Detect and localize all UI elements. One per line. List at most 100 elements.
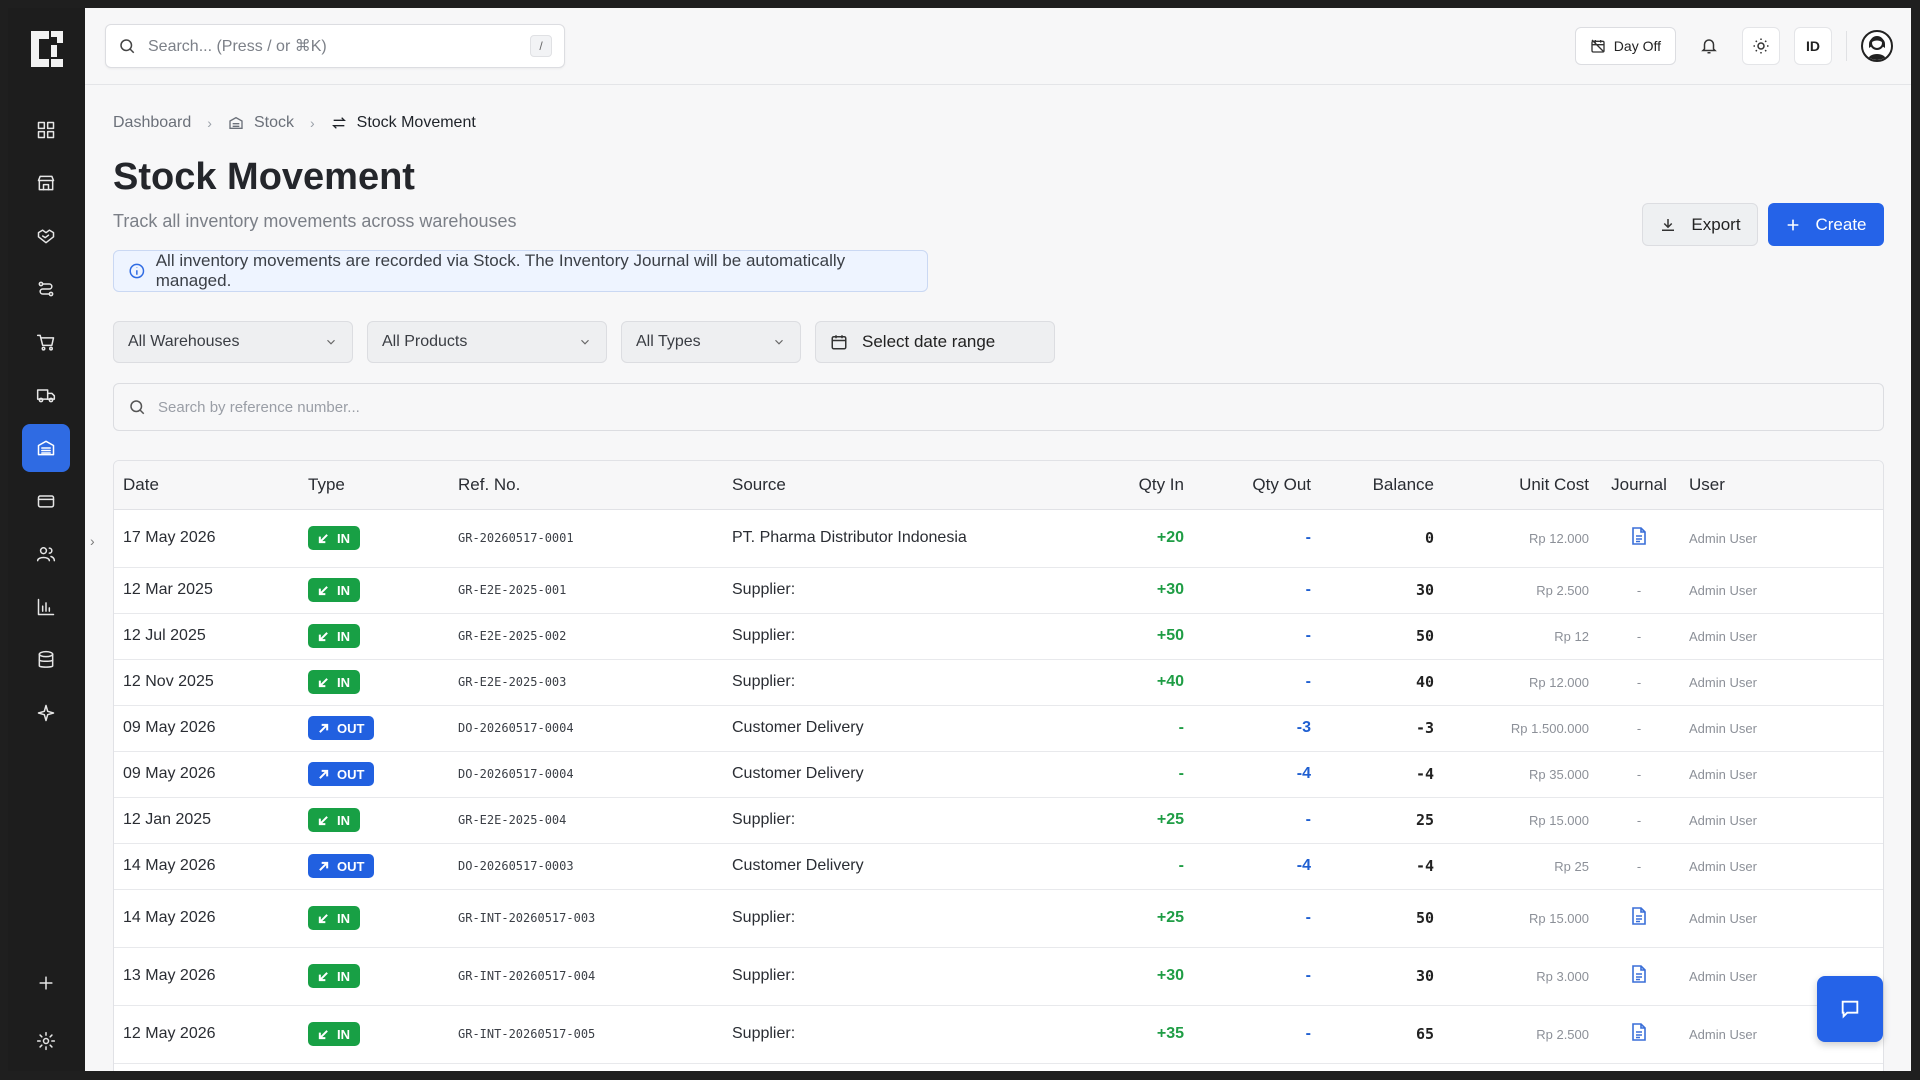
cell-balance: -3 bbox=[1320, 705, 1443, 752]
breadcrumb-current: Stock Movement bbox=[356, 114, 476, 131]
export-button[interactable]: Export bbox=[1642, 203, 1758, 246]
cell-user: Admin User bbox=[1680, 509, 1883, 568]
table-row[interactable]: 12 Jul 2025 IN GR-E2E-2025-002 Supplier: +50… bbox=[114, 613, 1883, 660]
table-row[interactable]: 09 May 2026 OUT DO-20260517-0004 Customer D… bbox=[114, 751, 1883, 798]
cell-type: IN bbox=[299, 659, 449, 706]
cell-journal[interactable] bbox=[1598, 889, 1680, 948]
nav-reports[interactable] bbox=[22, 583, 70, 631]
header-date[interactable]: Date bbox=[114, 461, 299, 510]
cell-journal[interactable] bbox=[1598, 509, 1680, 568]
product-filter[interactable]: All Products bbox=[367, 321, 607, 363]
cell-balance: 30 bbox=[1320, 567, 1443, 614]
arrow-down-left-icon bbox=[318, 913, 328, 923]
cell-source: Supplier: bbox=[723, 567, 1053, 614]
header-source[interactable]: Source bbox=[723, 461, 1053, 510]
cell-user: Admin User bbox=[1680, 797, 1883, 844]
cell-user: Admin User bbox=[1680, 889, 1883, 948]
sidebar-expand-chevron[interactable]: › bbox=[90, 533, 95, 549]
nav-delivery[interactable] bbox=[22, 371, 70, 419]
create-button[interactable]: Create bbox=[1768, 203, 1884, 246]
type-badge-label: IN bbox=[337, 812, 350, 828]
cell-ref[interactable]: GR-20260517-0001 bbox=[449, 509, 723, 568]
nav-database[interactable] bbox=[22, 636, 70, 684]
day-off-button[interactable]: Day Off bbox=[1574, 27, 1676, 65]
create-label: Create bbox=[1815, 214, 1867, 234]
table-row[interactable]: 12 Mar 2025 IN GR-E2E-2025-001 Supplier: +30… bbox=[114, 567, 1883, 614]
cell-ref[interactable]: GR-E2E-2025-001 bbox=[449, 567, 723, 614]
cell-ref[interactable]: GR-E2E-2025-002 bbox=[449, 613, 723, 660]
cell-balance: -4 bbox=[1320, 751, 1443, 798]
cell-journal[interactable] bbox=[1598, 1005, 1680, 1064]
header-balance[interactable]: Balance bbox=[1320, 461, 1443, 510]
cell-date: 17 May 2026 bbox=[114, 509, 299, 568]
nav-stock[interactable] bbox=[22, 424, 70, 472]
cell-user: Admin User bbox=[1680, 567, 1883, 614]
notifications-button[interactable] bbox=[1690, 27, 1728, 65]
nav-dashboard[interactable] bbox=[22, 106, 70, 154]
nav-settings[interactable] bbox=[22, 1017, 70, 1065]
reference-search-input[interactable]: Search by reference number... bbox=[113, 383, 1884, 431]
header-journal[interactable]: Journal bbox=[1598, 461, 1680, 510]
header-type[interactable]: Type bbox=[299, 461, 449, 510]
nav-store[interactable] bbox=[22, 159, 70, 207]
cell-date: 09 May 2026 bbox=[114, 705, 299, 752]
cell-unit-cost: Rp 3.000 bbox=[1443, 947, 1598, 1006]
arrow-up-right-icon bbox=[319, 861, 329, 871]
date-range-picker[interactable]: Select date range bbox=[815, 321, 1055, 363]
cell-source: PT. Pharma Distributor Indonesia bbox=[723, 509, 1053, 568]
cell-type: IN bbox=[299, 889, 449, 948]
document-icon bbox=[1632, 964, 1646, 983]
language-switcher[interactable]: ID bbox=[1794, 27, 1832, 65]
breadcrumb-stock[interactable]: Stock bbox=[254, 114, 294, 132]
theme-toggle[interactable] bbox=[1742, 27, 1780, 65]
cell-ref[interactable]: GR-E2E-2025-004 bbox=[449, 797, 723, 844]
header-ref[interactable]: Ref. No. bbox=[449, 461, 723, 510]
arrow-down-left-icon bbox=[318, 533, 328, 543]
breadcrumb-dashboard[interactable]: Dashboard bbox=[113, 114, 191, 132]
table-row[interactable]: 09 May 2026 OUT DO-20260517-0004 Customer D… bbox=[114, 705, 1883, 752]
cell-ref[interactable]: DO-20260517-0003 bbox=[449, 843, 723, 890]
table-row[interactable]: 14 May 2026 IN GR-INT-20260517-003 Supplier… bbox=[114, 889, 1883, 948]
nav-payments[interactable] bbox=[22, 477, 70, 525]
cell-source: Customer Delivery bbox=[723, 705, 1053, 752]
header-qty-out[interactable]: Qty Out bbox=[1193, 461, 1320, 510]
table-row[interactable]: 17 May 2026 IN GR-20260517-0001 PT. Pharma … bbox=[114, 509, 1883, 568]
flow-icon bbox=[38, 281, 54, 297]
cell-ref[interactable]: GR-E2E-2025-003 bbox=[449, 659, 723, 706]
type-badge-label: IN bbox=[337, 910, 350, 926]
cell-journal[interactable] bbox=[1598, 947, 1680, 1006]
nav-add[interactable] bbox=[22, 959, 70, 1007]
nav-partners[interactable] bbox=[22, 212, 70, 260]
nav-ai[interactable] bbox=[22, 689, 70, 737]
arrow-up-right-icon bbox=[319, 769, 329, 779]
table-row[interactable]: 13 May 2026 IN GR-INT-20260517-004 Supplier… bbox=[114, 947, 1883, 1006]
cell-ref[interactable]: GR-INT-20260517-004 bbox=[449, 947, 723, 1006]
warehouse-filter[interactable]: All Warehouses bbox=[113, 321, 353, 363]
table-row[interactable]: 12 May 2026 IN GR-INT-20260517-005 Supplier… bbox=[114, 1005, 1883, 1064]
main-content: Search... (Press / or ⌘K) / Day Off ID D… bbox=[85, 8, 1911, 1071]
nav-flow[interactable] bbox=[22, 265, 70, 313]
cell-journal: - bbox=[1598, 567, 1680, 614]
header-user[interactable]: User bbox=[1680, 461, 1883, 510]
user-avatar[interactable] bbox=[1861, 30, 1893, 62]
app-logo[interactable] bbox=[29, 29, 65, 69]
cell-qty-out: -4 bbox=[1193, 751, 1320, 798]
document-icon bbox=[1632, 1022, 1646, 1041]
type-badge-label: OUT bbox=[337, 858, 365, 874]
cell-ref[interactable]: GR-INT-20260517-003 bbox=[449, 889, 723, 948]
cell-ref[interactable]: DO-20260517-0004 bbox=[449, 751, 723, 798]
cell-date: 14 May 2026 bbox=[114, 843, 299, 890]
type-filter[interactable]: All Types bbox=[621, 321, 801, 363]
global-search-input[interactable]: Search... (Press / or ⌘K) / bbox=[105, 24, 565, 68]
nav-cart[interactable] bbox=[22, 318, 70, 366]
header-qty-in[interactable]: Qty In bbox=[1053, 461, 1193, 510]
type-badge: IN bbox=[308, 578, 360, 602]
header-unit-cost[interactable]: Unit Cost bbox=[1443, 461, 1598, 510]
table-row[interactable]: 14 May 2026 OUT DO-20260517-0003 Customer D… bbox=[114, 843, 1883, 890]
nav-users[interactable] bbox=[22, 530, 70, 578]
cell-ref[interactable]: DO-20260517-0004 bbox=[449, 705, 723, 752]
cell-ref[interactable]: GR-INT-20260517-005 bbox=[449, 1005, 723, 1064]
table-row[interactable]: 12 Nov 2025 IN GR-E2E-2025-003 Supplier: +40… bbox=[114, 659, 1883, 706]
table-row[interactable]: 12 Jan 2025 IN GR-E2E-2025-004 Supplier: +25… bbox=[114, 797, 1883, 844]
chat-button[interactable] bbox=[1817, 976, 1883, 1042]
